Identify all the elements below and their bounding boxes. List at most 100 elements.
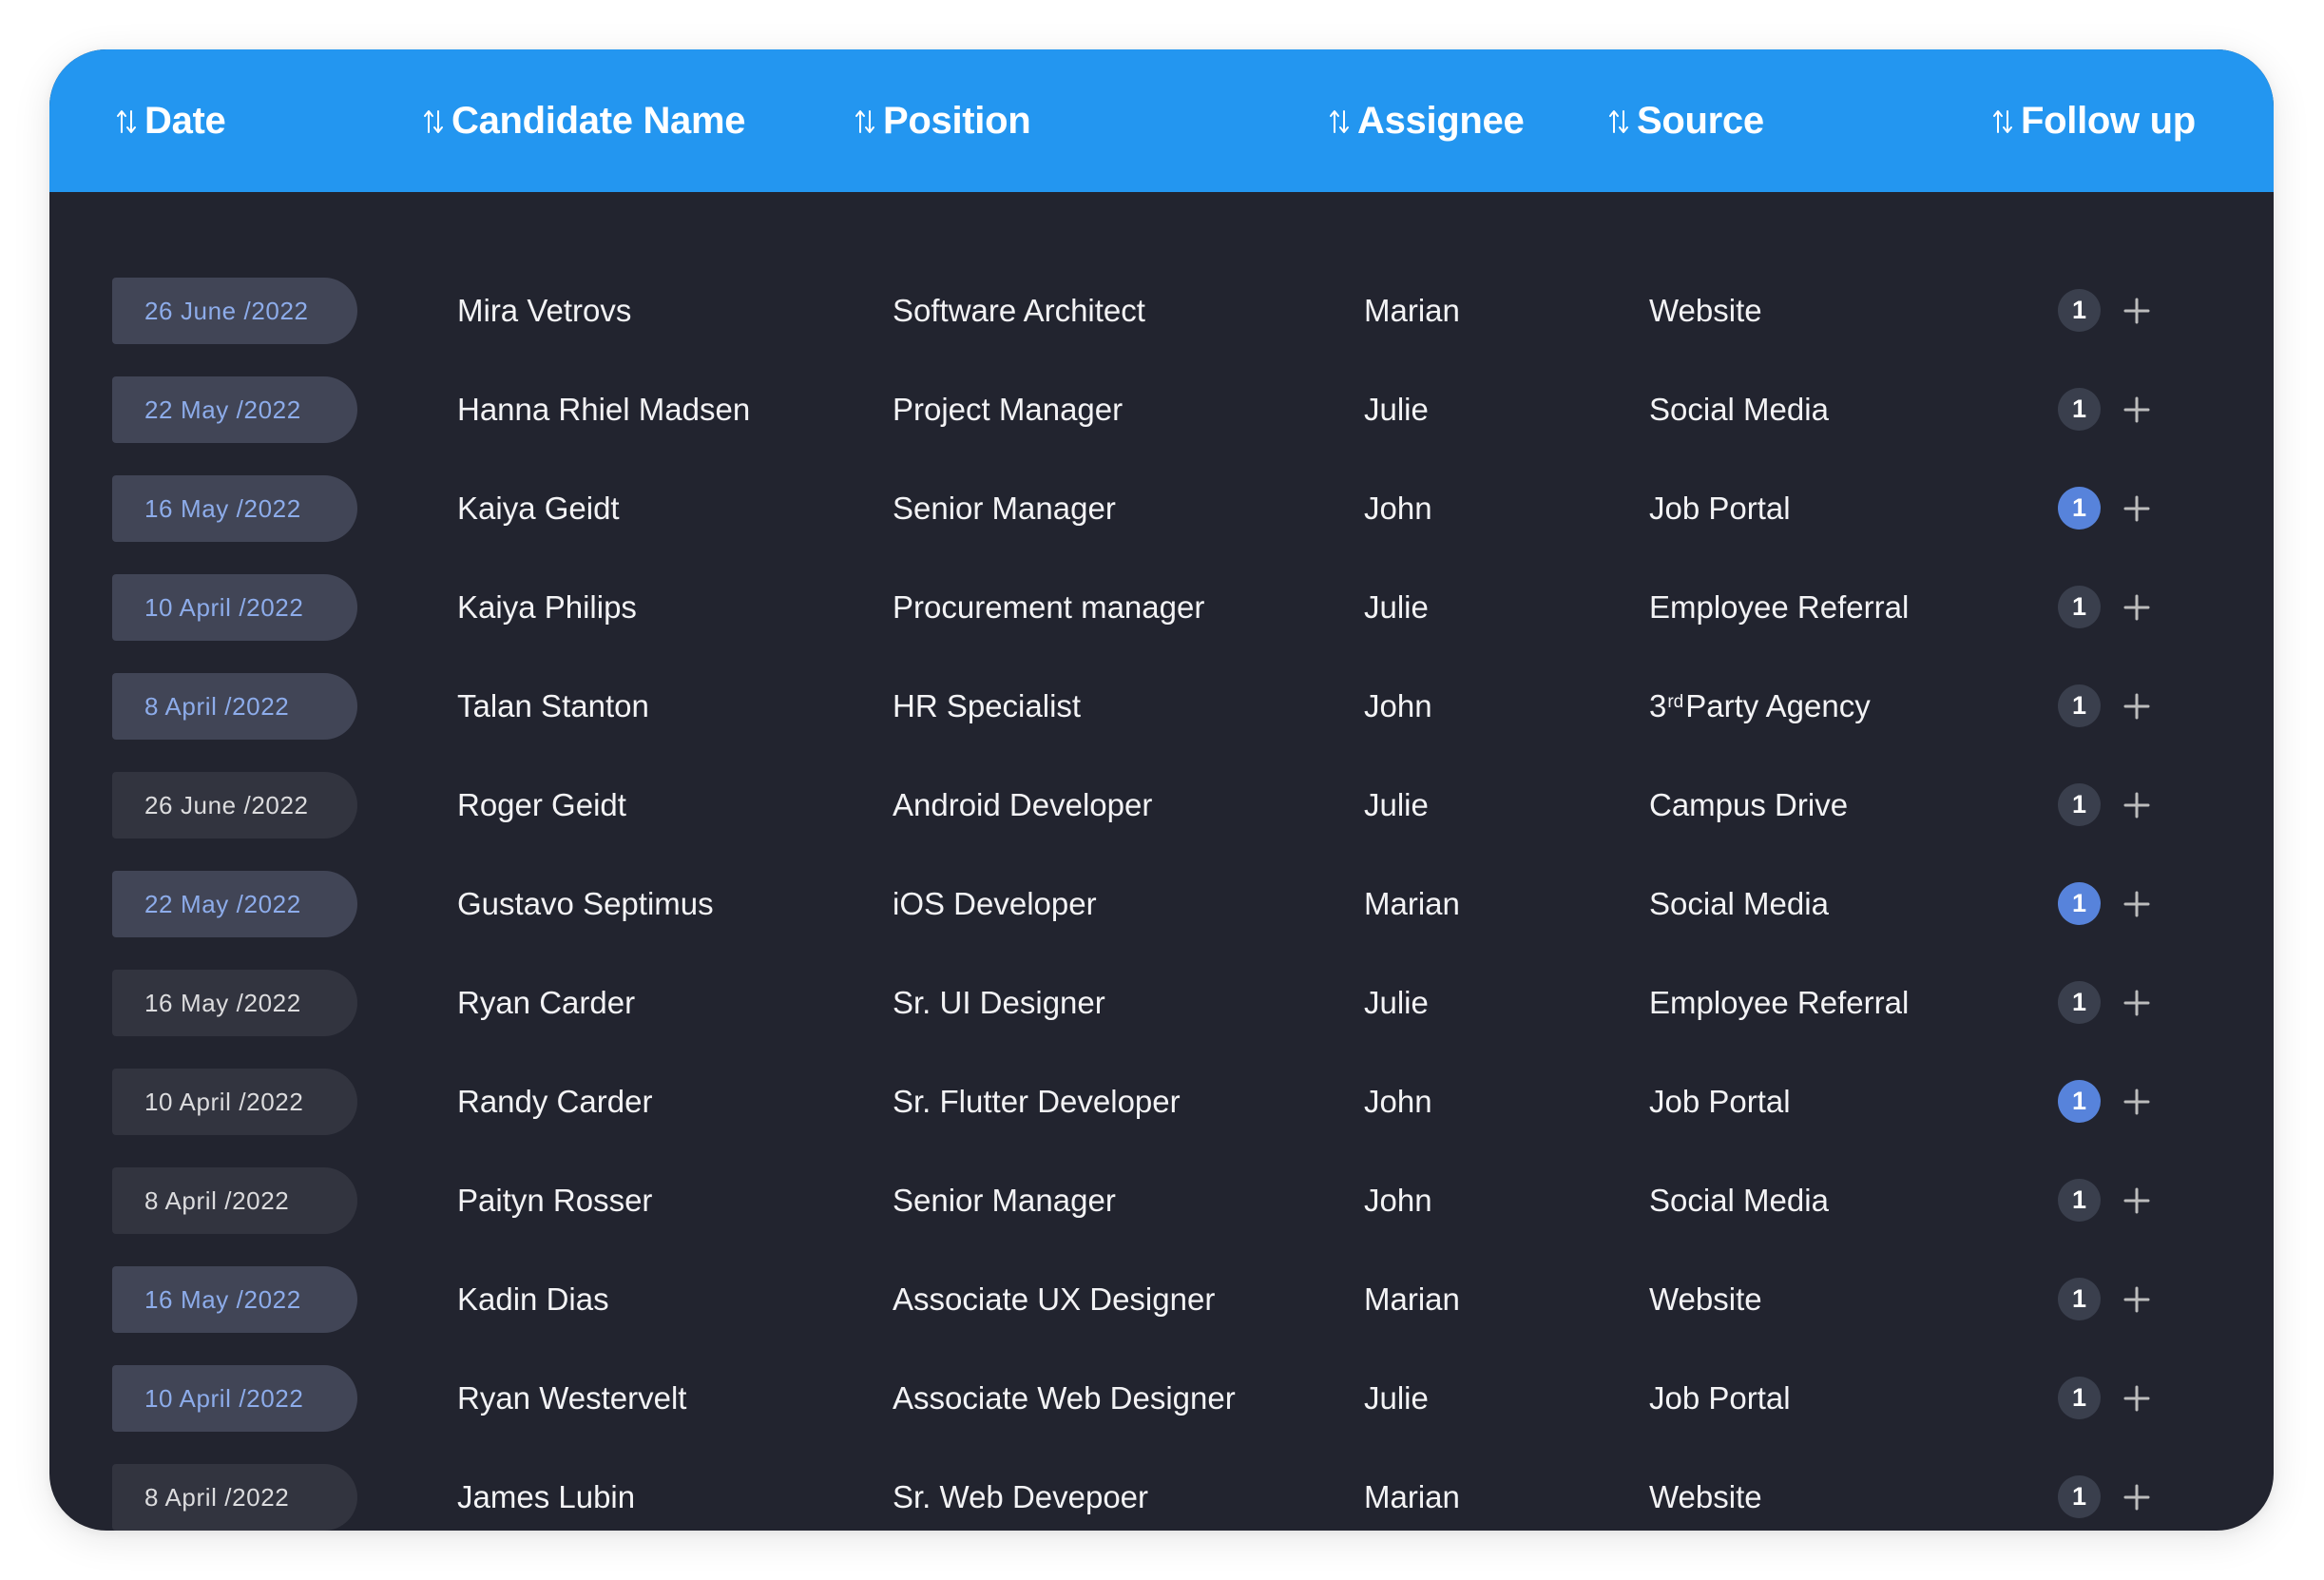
column-header-candidate-name[interactable]: Candidate Name xyxy=(423,49,746,192)
table-row[interactable]: 10 April /2022 Kaiya Philips Procurement… xyxy=(49,574,2274,641)
table-row[interactable]: 16 May /2022 Ryan Carder Sr. UI Designer… xyxy=(49,970,2274,1036)
assignee-text: Julie xyxy=(1364,392,1429,427)
plus-icon[interactable] xyxy=(2123,1484,2150,1511)
date-text: 10 April /2022 xyxy=(144,1383,304,1413)
sort-icon[interactable] xyxy=(423,108,444,135)
table-row[interactable]: 8 April /2022 Talan Stanton HR Specialis… xyxy=(49,673,2274,740)
follow-up-count-badge[interactable]: 1 xyxy=(2058,684,2101,727)
source-text: Social Media xyxy=(1649,1183,1829,1218)
column-header-follow-up[interactable]: Follow up xyxy=(1992,49,2196,192)
position-text: Sr. Web Devepoer xyxy=(893,1479,1149,1514)
candidate-name[interactable]: Ryan Carder xyxy=(457,970,635,1036)
column-header-label: Date xyxy=(144,99,226,142)
candidate-name[interactable]: Hanna Rhiel Madsen xyxy=(457,376,750,443)
date-text: 8 April /2022 xyxy=(144,691,290,721)
source-text: Website xyxy=(1649,1479,1762,1514)
date-text: 22 May /2022 xyxy=(144,395,301,424)
table-row[interactable]: 10 April /2022 Ryan Westervelt Associate… xyxy=(49,1365,2274,1432)
table-row[interactable]: 22 May /2022 Gustavo Septimus iOS Develo… xyxy=(49,871,2274,937)
sort-icon[interactable] xyxy=(855,108,875,135)
follow-up-count-badge[interactable]: 1 xyxy=(2058,388,2101,431)
candidate-name[interactable]: Kaiya Geidt xyxy=(457,475,620,542)
sort-icon[interactable] xyxy=(116,108,137,135)
candidates-table: Date Candidate Name Position Assignee So… xyxy=(49,49,2274,1531)
position-text: HR Specialist xyxy=(893,688,1082,723)
position-text: Senior Manager xyxy=(893,1183,1116,1218)
column-header-assignee[interactable]: Assignee xyxy=(1329,49,1525,192)
assignee-text: John xyxy=(1364,1084,1432,1119)
date-pill: 26 June /2022 xyxy=(112,772,357,838)
date-pill: 16 May /2022 xyxy=(112,1266,357,1333)
assignee-text: Marian xyxy=(1364,293,1460,328)
date-text: 26 June /2022 xyxy=(144,790,309,819)
column-header-date[interactable]: Date xyxy=(116,49,226,192)
plus-icon[interactable] xyxy=(2123,396,2150,423)
candidate-name[interactable]: Kaiya Philips xyxy=(457,574,637,641)
plus-icon[interactable] xyxy=(2123,1385,2150,1412)
plus-icon[interactable] xyxy=(2123,1286,2150,1313)
plus-icon[interactable] xyxy=(2123,990,2150,1016)
date-pill: 22 May /2022 xyxy=(112,871,357,937)
follow-up-count-badge[interactable]: 1 xyxy=(2058,882,2101,925)
candidate-name[interactable]: Mira Vetrovs xyxy=(457,278,631,344)
plus-icon[interactable] xyxy=(2123,891,2150,917)
position-text: Software Architect xyxy=(893,293,1145,328)
column-header-label: Candidate Name xyxy=(451,99,746,142)
date-pill: 10 April /2022 xyxy=(112,1069,357,1135)
table-row[interactable]: 8 April /2022 Paityn Rosser Senior Manag… xyxy=(49,1167,2274,1234)
follow-up-count-badge[interactable]: 1 xyxy=(2058,289,2101,332)
candidate-name[interactable]: James Lubin xyxy=(457,1464,635,1531)
table-row[interactable]: 10 April /2022 Randy Carder Sr. Flutter … xyxy=(49,1069,2274,1135)
follow-up-count-badge[interactable]: 1 xyxy=(2058,1080,2101,1123)
plus-icon[interactable] xyxy=(2123,594,2150,621)
follow-up-count-badge[interactable]: 1 xyxy=(2058,1377,2101,1419)
date-text: 26 June /2022 xyxy=(144,296,309,325)
follow-up-count-badge[interactable]: 1 xyxy=(2058,487,2101,530)
date-text: 22 May /2022 xyxy=(144,889,301,918)
candidate-name[interactable]: Paityn Rosser xyxy=(457,1167,652,1234)
column-header-label: Follow up xyxy=(2021,99,2196,142)
assignee-text: Marian xyxy=(1364,886,1460,921)
plus-icon[interactable] xyxy=(2123,792,2150,819)
follow-up-count-badge[interactable]: 1 xyxy=(2058,1179,2101,1222)
date-pill: 8 April /2022 xyxy=(112,1167,357,1234)
candidate-name[interactable]: Randy Carder xyxy=(457,1069,652,1135)
plus-icon[interactable] xyxy=(2123,693,2150,720)
assignee-text: Julie xyxy=(1364,589,1429,625)
candidate-name[interactable]: Gustavo Septimus xyxy=(457,871,714,937)
table-row[interactable]: 26 June /2022 Roger Geidt Android Develo… xyxy=(49,772,2274,838)
follow-up-count-badge[interactable]: 1 xyxy=(2058,783,2101,826)
follow-up-count-badge[interactable]: 1 xyxy=(2058,981,2101,1024)
column-header-source[interactable]: Source xyxy=(1608,49,1764,192)
plus-icon[interactable] xyxy=(2123,495,2150,522)
plus-icon[interactable] xyxy=(2123,1187,2150,1214)
date-pill: 26 June /2022 xyxy=(112,278,357,344)
table-row[interactable]: 16 May /2022 Kaiya Geidt Senior Manager … xyxy=(49,475,2274,542)
date-text: 10 April /2022 xyxy=(144,592,304,622)
candidate-name[interactable]: Roger Geidt xyxy=(457,772,626,838)
column-header-position[interactable]: Position xyxy=(855,49,1031,192)
source-ordinal-suffix: rd xyxy=(1667,692,1684,712)
follow-up-count-badge[interactable]: 1 xyxy=(2058,1278,2101,1320)
candidate-name[interactable]: Ryan Westervelt xyxy=(457,1365,686,1432)
table-row[interactable]: 26 June /2022 Mira Vetrovs Software Arch… xyxy=(49,278,2274,344)
sort-icon[interactable] xyxy=(1329,108,1350,135)
source-text: Social Media xyxy=(1649,886,1829,921)
plus-icon[interactable] xyxy=(2123,1089,2150,1115)
follow-up-count-badge[interactable]: 1 xyxy=(2058,1475,2101,1518)
date-text: 16 May /2022 xyxy=(144,493,301,523)
sort-icon[interactable] xyxy=(1608,108,1629,135)
date-pill: 22 May /2022 xyxy=(112,376,357,443)
sort-icon[interactable] xyxy=(1992,108,2013,135)
table-row[interactable]: 8 April /2022 James Lubin Sr. Web Devepo… xyxy=(49,1464,2274,1531)
source-text: Website xyxy=(1649,1281,1762,1317)
plus-icon[interactable] xyxy=(2123,298,2150,324)
follow-up-count-badge[interactable]: 1 xyxy=(2058,586,2101,628)
candidate-name[interactable]: Kadin Dias xyxy=(457,1266,609,1333)
position-text: Sr. UI Designer xyxy=(893,985,1105,1020)
assignee-text: Marian xyxy=(1364,1479,1460,1514)
table-row[interactable]: 22 May /2022 Hanna Rhiel Madsen Project … xyxy=(49,376,2274,443)
table-row[interactable]: 16 May /2022 Kadin Dias Associate UX Des… xyxy=(49,1266,2274,1333)
candidate-name[interactable]: Talan Stanton xyxy=(457,673,649,740)
source-text: Website xyxy=(1649,293,1762,328)
